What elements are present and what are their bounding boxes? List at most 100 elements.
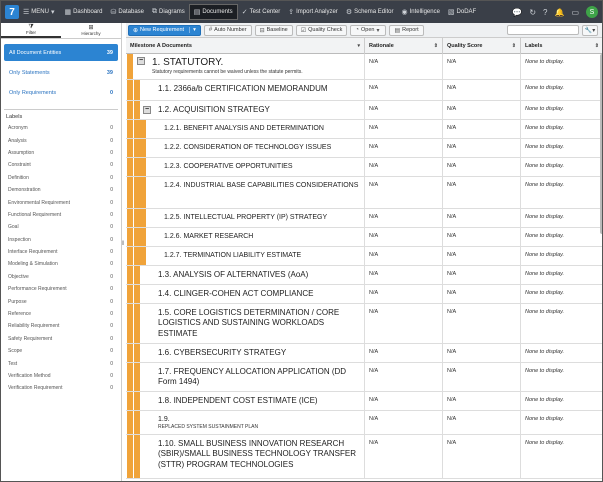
- baseline-button[interactable]: ⊟ Baseline: [254, 24, 293, 36]
- quality-score-cell[interactable]: N/A: [443, 392, 521, 410]
- table-row[interactable]: −1.2. ACQUISITION STRATEGY N/A N/A None to …: [126, 101, 602, 120]
- labels-cell[interactable]: None to display.: [521, 344, 602, 362]
- document-entity-cell[interactable]: 1.2.1. BENEFIT ANALYSIS AND DETERMINATIO…: [126, 120, 365, 138]
- labels-cell[interactable]: None to display.: [521, 304, 602, 343]
- quality-score-cell[interactable]: N/A: [443, 247, 521, 265]
- rationale-cell[interactable]: N/A: [365, 139, 443, 157]
- label-filter-item[interactable]: Purpose 0: [1, 295, 121, 307]
- rationale-cell[interactable]: N/A: [365, 266, 443, 284]
- rationale-cell[interactable]: N/A: [365, 247, 443, 265]
- rationale-cell[interactable]: N/A: [365, 120, 443, 138]
- labels-cell[interactable]: None to display.: [521, 139, 602, 157]
- table-row[interactable]: 1.1. 2366a/b CERTIFICATION MEMORANDUM N/A…: [126, 80, 602, 101]
- table-row[interactable]: 1.9. REPLACED SYSTEM SUSTAINMENT PLAN N/A N…: [126, 411, 602, 435]
- label-filter-item[interactable]: Modeling & Simulation 0: [1, 258, 121, 270]
- folder-icon[interactable]: ▭: [571, 8, 579, 17]
- document-entity-cell[interactable]: 1.8. INDEPENDENT COST ESTIMATE (ICE): [126, 392, 365, 410]
- rationale-cell[interactable]: N/A: [365, 411, 443, 434]
- nav-intelligence[interactable]: ◉ Intelligence: [397, 4, 443, 20]
- filter-only-requirements[interactable]: Only Requirements 0: [4, 84, 118, 101]
- table-row[interactable]: −1. STATUTORY. Statutory requirements can…: [126, 54, 602, 80]
- rationale-cell[interactable]: N/A: [365, 363, 443, 391]
- labels-cell[interactable]: None to display.: [521, 247, 602, 265]
- label-filter-item[interactable]: Functional Requirement 0: [1, 209, 121, 221]
- table-row[interactable]: 1.3. ANALYSIS OF ALTERNATIVES (AoA) N/A N/…: [126, 266, 602, 285]
- chat-icon[interactable]: 💬: [512, 8, 522, 17]
- document-entity-cell[interactable]: 1.2.6. MARKET RESEARCH: [126, 228, 365, 246]
- filter-only-statements[interactable]: Only Statements 39: [4, 64, 118, 81]
- quality-score-cell[interactable]: N/A: [443, 435, 521, 478]
- document-entity-cell[interactable]: 1.10. SMALL BUSINESS INNOVATION RESEARCH…: [126, 435, 365, 478]
- table-row[interactable]: 1.7. FREQUENCY ALLOCATION APPLICATION (D…: [126, 363, 602, 392]
- search-input[interactable]: [507, 25, 579, 35]
- label-filter-item[interactable]: Test 0: [1, 357, 121, 369]
- rationale-cell[interactable]: N/A: [365, 158, 443, 176]
- tab-filter[interactable]: ⧩ Filter: [1, 23, 61, 38]
- rationale-cell[interactable]: N/A: [365, 101, 443, 119]
- column-header-document[interactable]: Milestone A Documents ▾: [126, 38, 365, 54]
- collapse-toggle-icon[interactable]: −: [143, 106, 151, 114]
- label-filter-item[interactable]: Constraint 0: [1, 159, 121, 171]
- nav-diagrams[interactable]: ⧉ Diagrams: [148, 4, 189, 20]
- column-header-labels[interactable]: Labels ⇕: [521, 38, 602, 54]
- label-filter-item[interactable]: Inspection 0: [1, 234, 121, 246]
- quality-score-cell[interactable]: N/A: [443, 139, 521, 157]
- table-row[interactable]: 1.6. CYBERSECURITY STRATEGY N/A N/A None to…: [126, 344, 602, 363]
- rationale-cell[interactable]: N/A: [365, 304, 443, 343]
- quality-score-cell[interactable]: N/A: [443, 363, 521, 391]
- label-filter-item[interactable]: Goal 0: [1, 221, 121, 233]
- table-row[interactable]: 1.8. INDEPENDENT COST ESTIMATE (ICE) N/A N…: [126, 392, 602, 411]
- report-button[interactable]: ▤ Report: [389, 24, 424, 36]
- nav-dashboard[interactable]: ▦ Dashboard: [60, 4, 106, 20]
- labels-cell[interactable]: None to display.: [521, 228, 602, 246]
- labels-cell[interactable]: None to display.: [521, 363, 602, 391]
- rationale-cell[interactable]: N/A: [365, 228, 443, 246]
- label-filter-item[interactable]: Reliability Requirement 0: [1, 320, 121, 332]
- document-entity-cell[interactable]: 1.5. CORE LOGISTICS DETERMINATION / CORE…: [126, 304, 365, 343]
- rationale-cell[interactable]: N/A: [365, 80, 443, 100]
- document-entity-cell[interactable]: −1.2. ACQUISITION STRATEGY: [126, 101, 365, 119]
- label-filter-item[interactable]: Scope 0: [1, 345, 121, 357]
- table-row[interactable]: 1.5. CORE LOGISTICS DETERMINATION / CORE…: [126, 304, 602, 344]
- document-entity-cell[interactable]: 1.3. ANALYSIS OF ALTERNATIVES (AoA): [126, 266, 365, 284]
- rationale-cell[interactable]: N/A: [365, 285, 443, 303]
- quality-score-cell[interactable]: N/A: [443, 120, 521, 138]
- labels-cell[interactable]: None to display.: [521, 120, 602, 138]
- label-filter-item[interactable]: Verification Requirement 0: [1, 382, 121, 394]
- label-filter-item[interactable]: Performance Requirement 0: [1, 283, 121, 295]
- labels-cell[interactable]: None to display.: [521, 177, 602, 208]
- table-row[interactable]: 1.2.6. MARKET RESEARCH N/A N/A None to disp…: [126, 228, 602, 247]
- label-filter-item[interactable]: Verification Method 0: [1, 370, 121, 382]
- document-entity-cell[interactable]: 1.6. CYBERSECURITY STRATEGY: [126, 344, 365, 362]
- label-filter-item[interactable]: Analysis 0: [1, 134, 121, 146]
- document-entity-cell[interactable]: 1.2.5. INTELLECTUAL PROPERTY (IP) STRATE…: [126, 209, 365, 227]
- table-row[interactable]: 1.2.7. TERMINATION LIABILITY ESTIMATE N/A…: [126, 247, 602, 266]
- rationale-cell[interactable]: N/A: [365, 209, 443, 227]
- label-filter-item[interactable]: Definition 0: [1, 172, 121, 184]
- new-requirement-button[interactable]: ⊕ New Requirement ▾: [128, 24, 201, 36]
- table-row[interactable]: 1.2.3. COOPERATIVE OPPORTUNITIES N/A N/A No…: [126, 158, 602, 177]
- labels-cell[interactable]: None to display.: [521, 80, 602, 100]
- rationale-cell[interactable]: N/A: [365, 435, 443, 478]
- refresh-icon[interactable]: ↻: [529, 8, 536, 17]
- sort-icon[interactable]: ⇕: [595, 43, 599, 49]
- labels-cell[interactable]: None to display.: [521, 158, 602, 176]
- quality-score-cell[interactable]: N/A: [443, 266, 521, 284]
- document-entity-cell[interactable]: 1.9. REPLACED SYSTEM SUSTAINMENT PLAN: [126, 411, 365, 434]
- table-row[interactable]: 1.2.5. INTELLECTUAL PROPERTY (IP) STRATE…: [126, 209, 602, 228]
- rationale-cell[interactable]: N/A: [365, 344, 443, 362]
- rationale-cell[interactable]: N/A: [365, 392, 443, 410]
- labels-cell[interactable]: None to display.: [521, 435, 602, 478]
- label-filter-item[interactable]: Objective 0: [1, 271, 121, 283]
- notification-icon[interactable]: 🔔: [554, 8, 564, 17]
- document-entity-cell[interactable]: 1.2.7. TERMINATION LIABILITY ESTIMATE: [126, 247, 365, 265]
- label-filter-item[interactable]: Environmental Requirement 0: [1, 196, 121, 208]
- labels-cell[interactable]: None to display.: [521, 285, 602, 303]
- quality-check-button[interactable]: ☑ Quality Check: [295, 24, 348, 36]
- wrench-icon[interactable]: 🔧▾: [582, 24, 598, 36]
- rationale-cell[interactable]: N/A: [365, 54, 443, 79]
- avatar[interactable]: S: [586, 6, 598, 18]
- rationale-cell[interactable]: N/A: [365, 177, 443, 208]
- column-header-quality-score[interactable]: Quality Score ⇕: [443, 38, 521, 54]
- table-row[interactable]: 1.2.1. BENEFIT ANALYSIS AND DETERMINATIO…: [126, 120, 602, 139]
